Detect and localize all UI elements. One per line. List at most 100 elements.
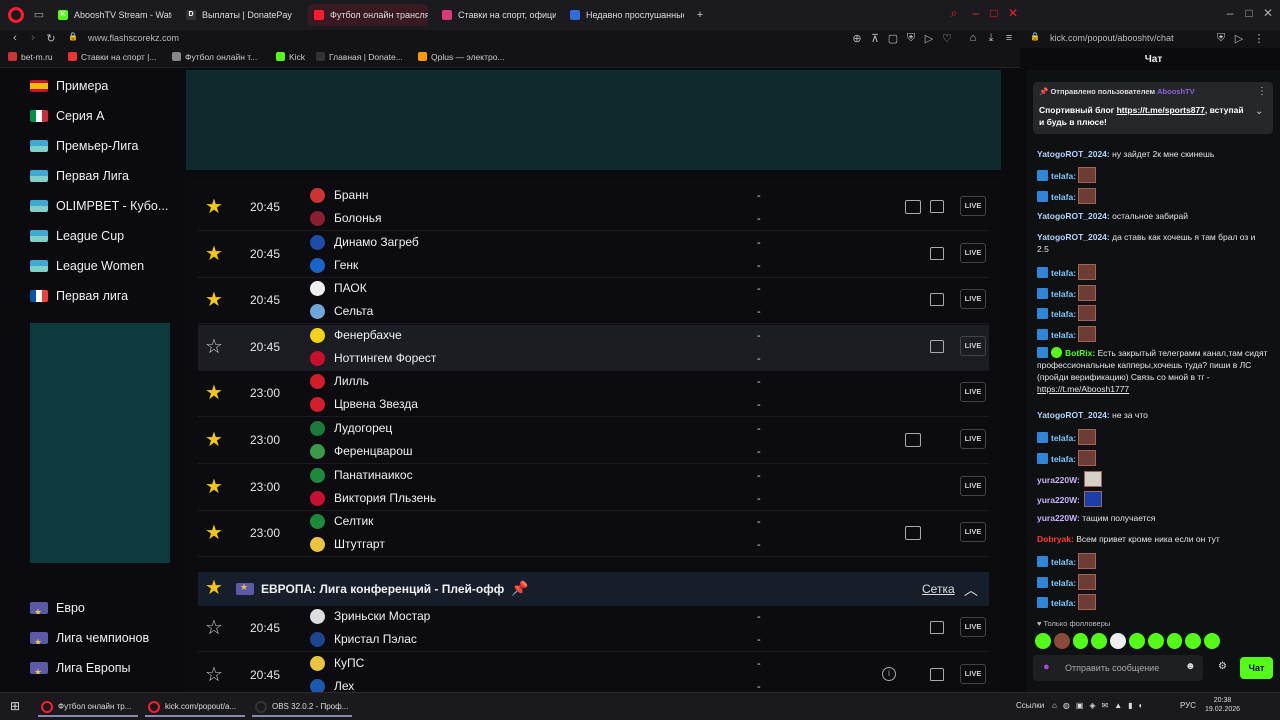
taskbar-window[interactable]: kick.com/popout/a... xyxy=(145,697,245,717)
tv-icon[interactable] xyxy=(905,526,921,541)
match-row[interactable]: ★ 23:00 Селтик Штутгарт - - LIVE xyxy=(198,511,989,558)
pinned-expand-icon[interactable]: ⌄ xyxy=(1255,106,1263,117)
sidebar-league-item[interactable]: Примера xyxy=(30,75,108,97)
heart-icon[interactable]: ♡ xyxy=(940,32,954,45)
pin-icon[interactable]: ⊼ xyxy=(868,32,882,45)
sidebar-league-item[interactable]: Первая лига xyxy=(30,285,128,307)
sidebar-league-item[interactable]: OLIMPBET - Кубо... xyxy=(30,195,168,217)
lineup-shirt-icon[interactable] xyxy=(930,621,944,634)
quick-emote-icon[interactable] xyxy=(1035,633,1051,649)
live-button[interactable]: LIVE xyxy=(960,335,986,356)
bookmark-item[interactable]: Футбол онлайн т... xyxy=(172,52,257,62)
close-button[interactable]: ✕ xyxy=(1005,6,1021,20)
pin-league-icon[interactable]: 📌 xyxy=(511,580,528,596)
sidebar-league-item[interactable]: Лига чемпионов xyxy=(30,627,149,649)
quick-emote-icon[interactable] xyxy=(1110,633,1126,649)
favorite-star-icon[interactable]: ★ xyxy=(204,430,224,450)
match-row[interactable]: ★ 20:45 Динамо Загреб Генк - - LIVE xyxy=(198,232,989,278)
search-tabs-icon[interactable]: ⌕ xyxy=(946,6,962,20)
live-button[interactable]: LIVE xyxy=(960,617,986,637)
live-button[interactable]: LIVE xyxy=(960,429,986,449)
bracket-link[interactable]: Сетка xyxy=(922,582,955,596)
chat-settings-icon[interactable]: ⚙ xyxy=(1218,661,1227,672)
browser-tab[interactable]: Футбол онлайн трансляц xyxy=(308,4,428,26)
quick-emote-icon[interactable] xyxy=(1147,633,1164,649)
forward-icon[interactable]: › xyxy=(26,32,40,44)
match-row[interactable]: ☆ 20:45 Фенербахче Ноттингем Форест - - LIVE xyxy=(198,324,989,371)
links-label[interactable]: Ссылки xyxy=(1016,701,1044,710)
sidebar-league-item[interactable]: League Women xyxy=(30,255,144,277)
menu-icon[interactable]: ≡ xyxy=(1002,32,1016,44)
match-row[interactable]: ★ 20:45 ПАОК Сельта - - LIVE xyxy=(198,278,989,325)
clock[interactable]: 20:38 19.02.2026 xyxy=(1205,696,1240,714)
live-button[interactable]: LIVE xyxy=(960,382,986,403)
league-header[interactable]: ★ ЕВРОПА: Лига конференций - Плей-офф 📌 … xyxy=(198,572,989,606)
bookmark-item[interactable]: bet-m.ru xyxy=(8,52,53,62)
favorite-star-icon[interactable]: ★ xyxy=(204,383,224,403)
live-button[interactable]: LIVE xyxy=(960,522,986,543)
match-row[interactable]: ☆ 20:45 Зриньски Мостар Кристал Пэлас - - LIVE xyxy=(198,606,989,652)
popup-menu-icon[interactable]: ⋮ xyxy=(1252,32,1266,45)
popup-url-field[interactable]: kick.com/popout/abooshtv/chat xyxy=(1050,33,1174,43)
bookmark-item[interactable]: Kick xyxy=(276,52,305,62)
tray-icons[interactable]: ⌂◍▣◈✉▲▮◐ xyxy=(1052,701,1149,710)
quick-emote-icon[interactable] xyxy=(1091,633,1108,649)
tv-icon[interactable] xyxy=(905,200,921,214)
snapshot-icon[interactable]: ▢ xyxy=(886,32,900,45)
league-star-icon[interactable]: ★ xyxy=(204,578,224,598)
match-row[interactable]: ★ 23:00 Панатинаикос Виктория Пльзень - - LIVE xyxy=(198,465,989,511)
sidebar-league-item[interactable]: Премьер-Лига xyxy=(30,135,138,157)
chat-message-input[interactable]: Отправить сообщение xyxy=(1033,655,1203,681)
pinned-link[interactable]: https://t.me/sports877 xyxy=(1117,105,1205,115)
favorite-star-icon[interactable]: ☆ xyxy=(204,337,224,357)
live-button[interactable]: LIVE xyxy=(960,663,986,684)
popup-close-button[interactable]: ✕ xyxy=(1260,6,1276,20)
sidebar-league-item[interactable]: Первая Лига xyxy=(30,165,129,187)
play-icon[interactable]: ▷ xyxy=(922,32,936,45)
browser-tab[interactable]: D Выплаты | DonatePay xyxy=(180,4,300,26)
bookmark-item[interactable]: Qplus — электро... xyxy=(418,52,505,62)
quick-emote-icon[interactable] xyxy=(1053,633,1070,649)
reload-icon[interactable]: ↻ xyxy=(44,32,58,45)
lineup-shirt-icon[interactable] xyxy=(930,200,944,213)
taskbar-window[interactable]: Футбол онлайн тр... xyxy=(38,697,138,717)
favorite-star-icon[interactable]: ★ xyxy=(204,523,224,543)
favorite-star-icon[interactable]: ★ xyxy=(204,290,224,310)
browser-tab[interactable]: Ставки на спорт, официа xyxy=(436,4,556,26)
info-icon[interactable]: i xyxy=(882,666,896,681)
emoji-icon[interactable]: ☻ xyxy=(1185,661,1196,672)
tab-manager-icon[interactable]: ▭ xyxy=(32,8,46,22)
download-icon[interactable]: ⤓ xyxy=(984,32,998,45)
quick-emote-icon[interactable] xyxy=(1166,633,1183,649)
match-row[interactable]: ★ 20:45 Бранн Болонья - - LIVE xyxy=(198,185,989,231)
match-row[interactable]: ★ 23:00 Лудогорец Ференцварош - - LIVE xyxy=(198,418,989,464)
popup-maximize-button[interactable]: □ xyxy=(1241,6,1257,20)
maximize-button[interactable]: □ xyxy=(986,6,1002,20)
sidebar-ad-banner[interactable] xyxy=(30,323,170,563)
new-tab-button[interactable]: + xyxy=(693,8,707,22)
bookmark-item[interactable]: Главная | Donate... xyxy=(316,52,403,62)
live-button[interactable]: LIVE xyxy=(960,289,986,310)
windows-start-icon[interactable]: ⊞ xyxy=(10,699,20,713)
live-button[interactable]: LIVE xyxy=(960,242,986,263)
quick-emote-icon[interactable] xyxy=(1072,633,1089,649)
zoom-icon[interactable]: ⊕ xyxy=(850,32,864,45)
emote-bar[interactable] xyxy=(1035,633,1220,649)
bookmark-item[interactable]: Ставки на спорт |... xyxy=(68,52,156,62)
pinned-user[interactable]: AbooshTV xyxy=(1157,87,1195,96)
quick-emote-icon[interactable] xyxy=(1185,633,1202,649)
account-icon[interactable]: ⌂ xyxy=(966,32,980,44)
sidebar-league-item[interactable]: Серия A xyxy=(30,105,105,127)
sidebar-league-item[interactable]: Евро xyxy=(30,597,85,619)
language-indicator[interactable]: РУС xyxy=(1180,701,1196,710)
opera-logo-icon[interactable] xyxy=(8,7,24,23)
mic-icon[interactable]: ● xyxy=(1043,661,1050,673)
bot-link[interactable]: https://t.me/Aboosh1777 xyxy=(1037,384,1129,394)
sidebar-league-item[interactable]: Лига Европы xyxy=(30,657,131,679)
popup-minimize-button[interactable]: – xyxy=(1222,6,1238,20)
taskbar-window[interactable]: OBS 32.0.2 - Проф... xyxy=(252,697,352,717)
lineup-shirt-icon[interactable] xyxy=(930,339,944,353)
shield-icon[interactable]: ⛨ xyxy=(904,32,918,45)
lineup-shirt-icon[interactable] xyxy=(930,293,944,307)
favorite-star-icon[interactable]: ★ xyxy=(204,244,224,264)
